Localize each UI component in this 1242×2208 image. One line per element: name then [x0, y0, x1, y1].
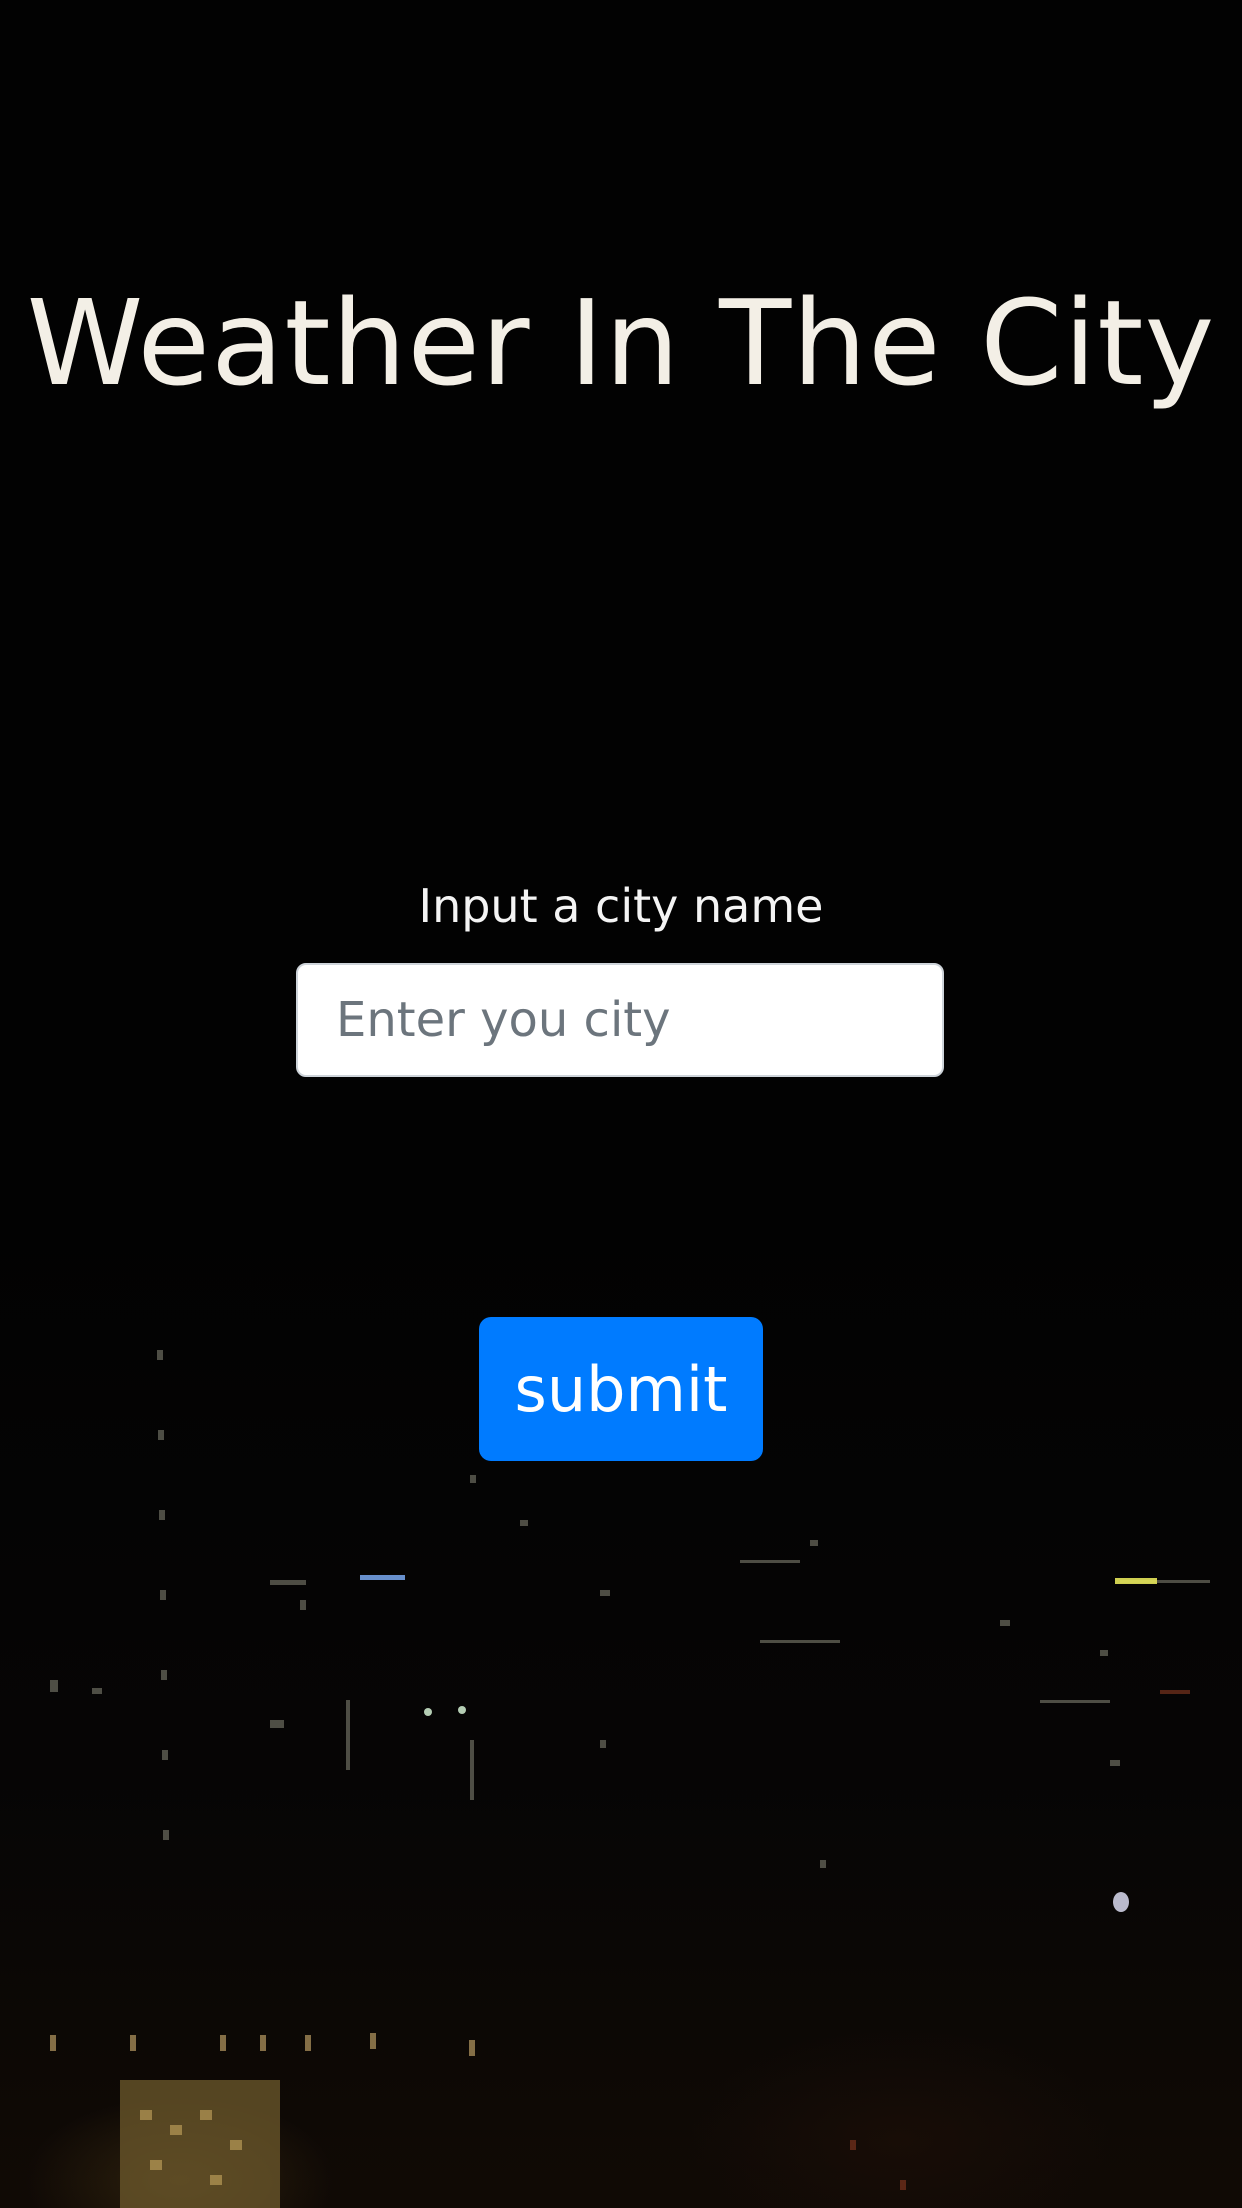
app-screen: Weather In The City Input a city name su… — [0, 0, 1242, 2208]
submit-button[interactable]: submit — [479, 1317, 763, 1461]
page-title: Weather In The City — [26, 274, 1216, 412]
city-name-input[interactable] — [296, 963, 944, 1077]
city-input-label: Input a city name — [418, 879, 824, 933]
